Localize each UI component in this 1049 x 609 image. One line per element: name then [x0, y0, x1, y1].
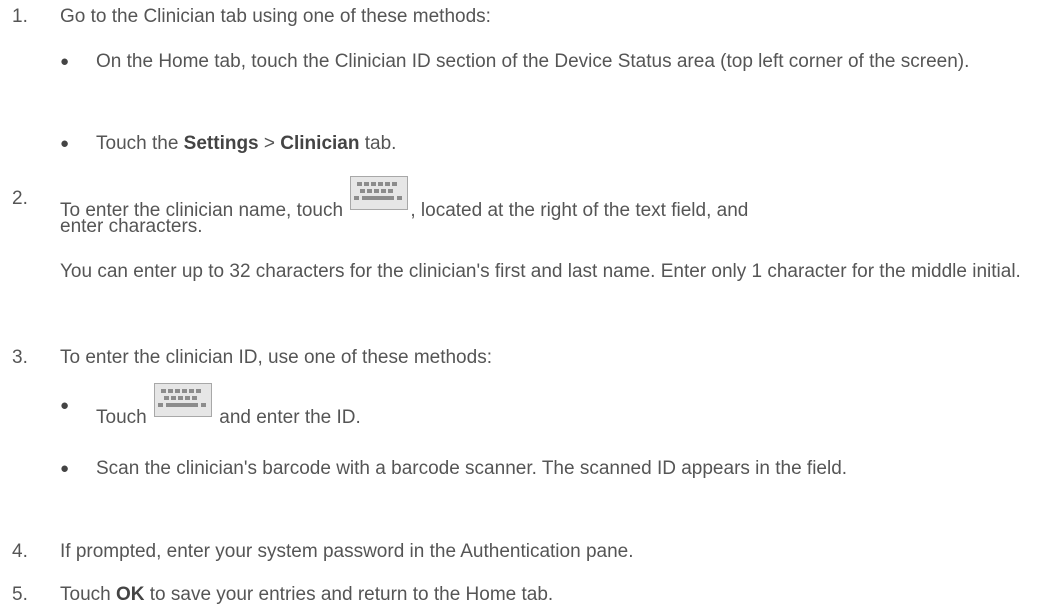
- keyboard-icon: [153, 383, 212, 417]
- step-text-part: , located at the right of the text field…: [410, 200, 749, 221]
- bullet-text: Touch and enter the ID.: [96, 383, 1026, 428]
- step-text-part: to save your entries and return to the H…: [144, 584, 554, 605]
- bullet-dot: ●: [60, 53, 70, 70]
- step-number: 3.: [12, 347, 28, 368]
- step-text-part: Touch: [60, 584, 116, 605]
- step-body: If prompted, enter your system password …: [60, 539, 1040, 564]
- step-text: Go to the Clinician tab using one of the…: [60, 6, 491, 27]
- step-number: 5.: [12, 584, 28, 605]
- instructions-document: 1. Go to the Clinician tab using one of …: [0, 0, 1049, 609]
- step-text: To enter the clinician ID, use one of th…: [60, 347, 492, 368]
- bullet-text: On the Home tab, touch the Clinician ID …: [96, 51, 970, 72]
- step-text-part: To enter the clinician name, touch: [60, 200, 349, 221]
- step-number: 2.: [12, 188, 28, 209]
- step-body: Go to the Clinician tab using one of the…: [60, 4, 1040, 29]
- settings-label: Settings: [183, 133, 259, 154]
- step-text: Touch OK to save your entries and return…: [60, 582, 1040, 607]
- step-number: 1.: [12, 6, 28, 27]
- step-number: 4.: [12, 541, 28, 562]
- bullet-text-part: Touch the: [96, 133, 184, 154]
- bullet-dot: ●: [60, 460, 70, 477]
- ok-label: OK: [115, 584, 145, 605]
- step-body: Touch OK to save your entries and return…: [60, 582, 1040, 607]
- keyboard-icon: [350, 176, 409, 210]
- step-body: To enter the clinician ID, use one of th…: [60, 345, 1040, 370]
- step-note: You can enter up to 32 characters for th…: [60, 261, 1021, 282]
- separator: >: [258, 133, 281, 154]
- bullet-text-part: tab.: [359, 133, 397, 154]
- step-text: To enter the clinician name, touch , loc…: [60, 176, 1040, 221]
- bullet-dot: ●: [60, 397, 70, 414]
- bullet-text: Touch the Settings > Clinician tab.: [96, 131, 1026, 156]
- step-text: If prompted, enter your system password …: [60, 541, 634, 562]
- bullet-text: Scan the clinician's barcode with a barc…: [96, 458, 848, 479]
- step-body: To enter the clinician name, touch , loc…: [60, 176, 1040, 284]
- bullet-text-part: and enter the ID.: [213, 407, 361, 428]
- bullet-text-part: Touch: [96, 407, 152, 428]
- clinician-label: Clinician: [280, 133, 360, 154]
- bullet-dot: ●: [60, 135, 70, 152]
